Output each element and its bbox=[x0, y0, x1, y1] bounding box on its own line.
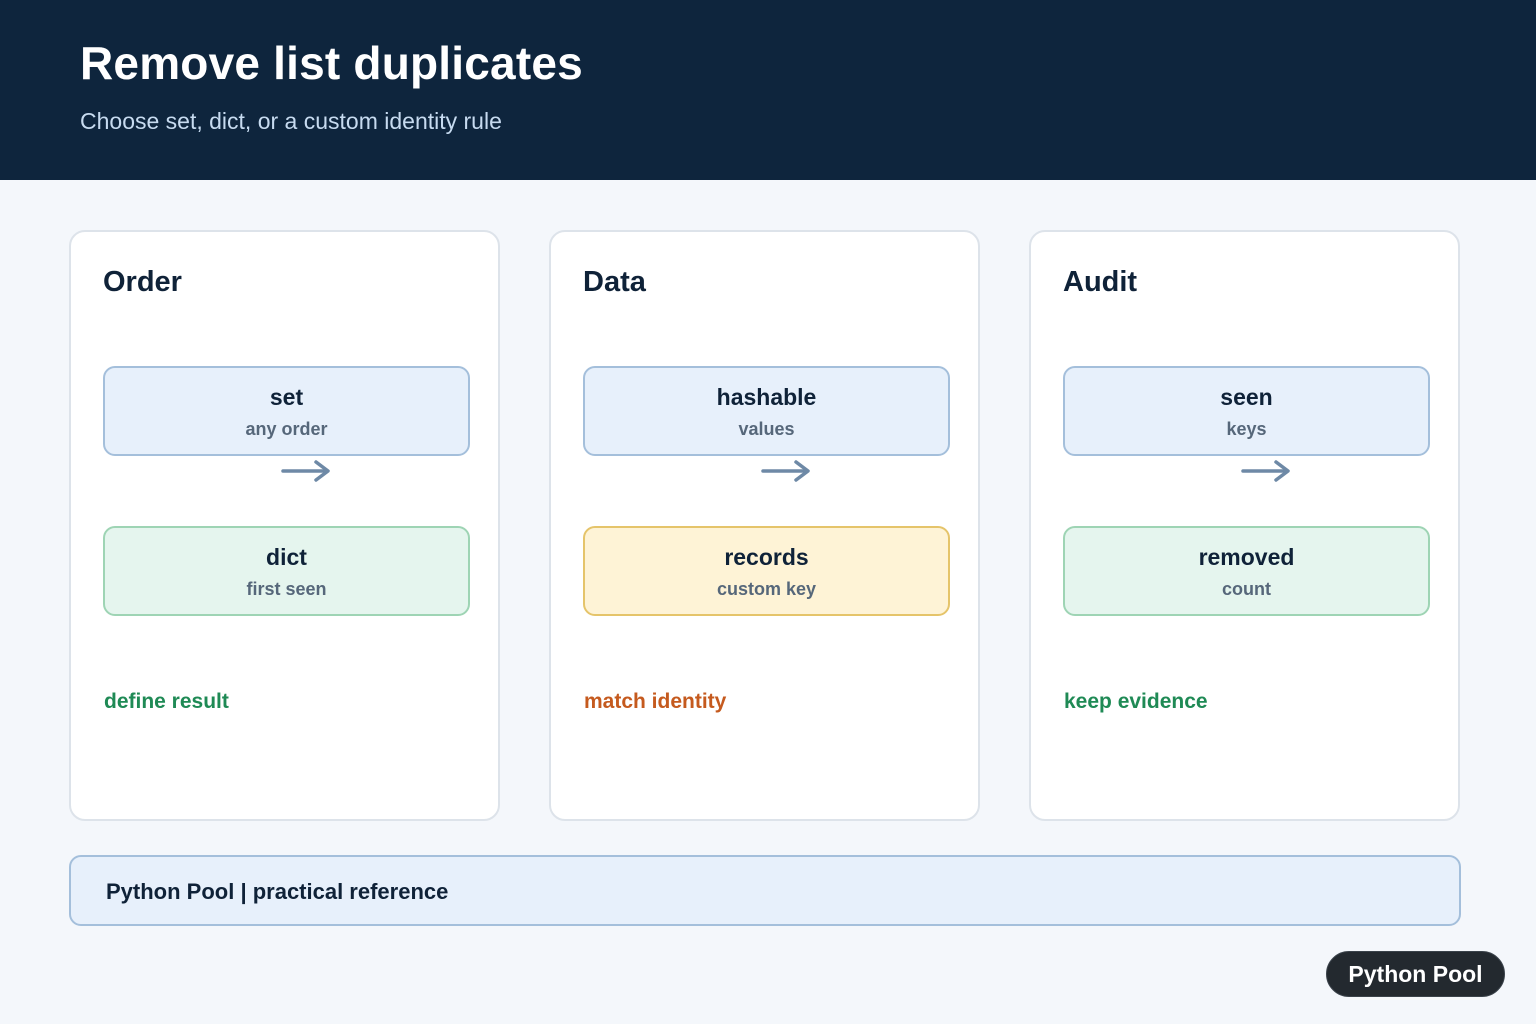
arrow-right-icon bbox=[761, 460, 810, 482]
node-sublabel: custom key bbox=[716, 579, 817, 599]
header-banner: Remove list duplicates Choose set, dict,… bbox=[0, 0, 1536, 180]
card-data: Data hashable values records custom key … bbox=[549, 230, 980, 821]
node-sublabel: values bbox=[738, 419, 795, 439]
arrow-right-icon bbox=[281, 460, 330, 482]
node-label: dict bbox=[266, 544, 307, 570]
page-subtitle: Choose set, dict, or a custom identity r… bbox=[80, 108, 502, 134]
node-label: removed bbox=[1198, 544, 1295, 570]
node-records: records custom key bbox=[583, 526, 950, 616]
node-sublabel: count bbox=[1222, 579, 1271, 599]
card-title: Data bbox=[583, 266, 646, 298]
node-hashable: hashable values bbox=[583, 366, 950, 456]
node-sublabel: first seen bbox=[246, 579, 327, 599]
node-label: set bbox=[269, 384, 304, 410]
footer-text: Python Pool | practical reference bbox=[106, 879, 449, 904]
node-label: records bbox=[724, 544, 809, 570]
node-sublabel: any order bbox=[245, 419, 328, 439]
arrow-right-icon bbox=[1241, 460, 1290, 482]
node-removed: removed count bbox=[1063, 526, 1430, 616]
node-label: seen bbox=[1220, 384, 1273, 410]
footer-bar: Python Pool | practical reference bbox=[69, 855, 1461, 926]
card-footnote: match identity bbox=[584, 690, 727, 713]
card-title: Audit bbox=[1063, 266, 1138, 298]
brand-badge: Python Pool bbox=[1326, 951, 1505, 997]
card-title: Order bbox=[103, 266, 182, 298]
node-dict: dict first seen bbox=[103, 526, 470, 616]
node-label: hashable bbox=[716, 384, 817, 410]
node-sublabel: keys bbox=[1226, 419, 1267, 439]
card-footnote: define result bbox=[104, 690, 229, 713]
card-footnote: keep evidence bbox=[1064, 690, 1208, 713]
card-order: Order set any order dict first seen defi… bbox=[69, 230, 500, 821]
page-title: Remove list duplicates bbox=[80, 37, 583, 89]
card-audit: Audit seen keys removed count keep evide… bbox=[1029, 230, 1460, 821]
node-seen: seen keys bbox=[1063, 366, 1430, 456]
node-set: set any order bbox=[103, 366, 470, 456]
